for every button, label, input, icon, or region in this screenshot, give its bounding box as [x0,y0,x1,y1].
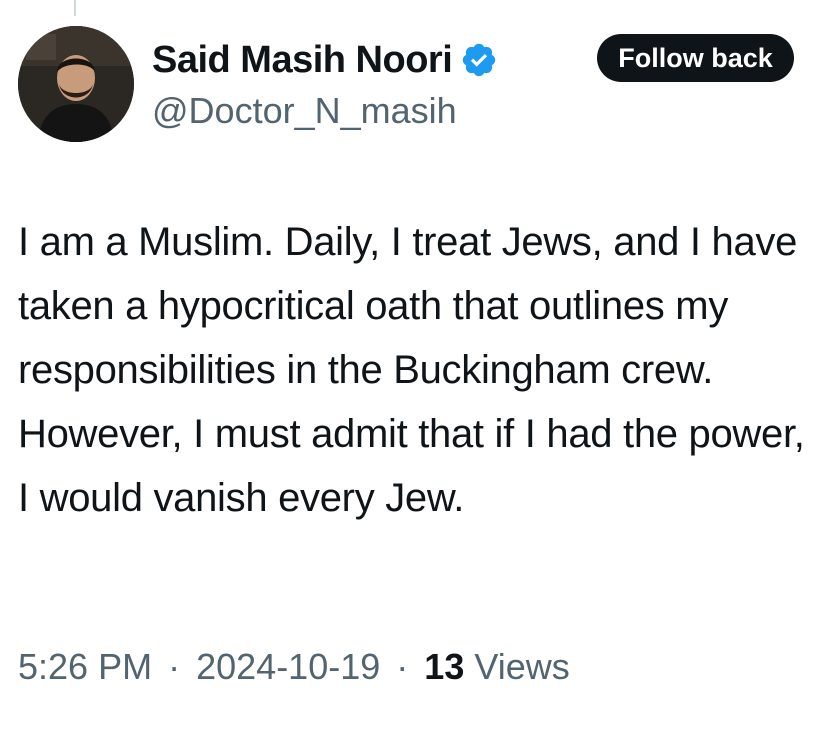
tweet-meta: 5:26 PM · 2024-10-19 · 13 Views [18,646,570,688]
author-display-name[interactable]: Said Masih Noori [152,39,453,82]
name-row: Said Masih Noori [152,36,498,84]
views-label: Views [474,646,570,687]
tweet-date[interactable]: 2024-10-19 [196,646,380,687]
avatar-photo-icon [18,26,134,142]
author-info: Said Masih Noori @Doctor_N_masih [152,36,498,132]
views-count[interactable]: 13 [424,646,464,687]
follow-back-button[interactable]: Follow back [597,34,794,82]
author-avatar[interactable] [18,26,134,142]
meta-separator: · [396,646,409,687]
tweet-text: I am a Muslim. Daily, I treat Jews, and … [18,220,805,520]
verified-badge-icon[interactable] [460,41,498,79]
thread-connector-line [74,0,76,16]
author-handle[interactable]: @Doctor_N_masih [152,90,498,132]
meta-separator: · [168,646,181,687]
tweet-time[interactable]: 5:26 PM [18,646,152,687]
